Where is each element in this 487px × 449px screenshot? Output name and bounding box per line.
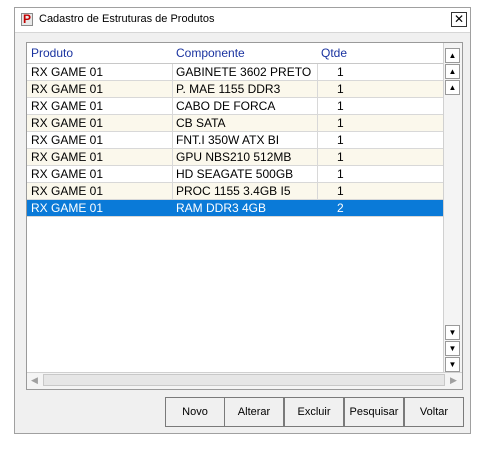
horizontal-scroll-thumb[interactable]	[43, 374, 445, 386]
cell-produto: RX GAME 01	[31, 133, 104, 147]
cell-produto: RX GAME 01	[31, 99, 104, 113]
app-icon: P	[21, 12, 33, 26]
column-header-produto[interactable]: Produto	[31, 46, 73, 60]
column-divider	[172, 115, 173, 131]
table-row[interactable]: RX GAME 01 P. MAE 1155 DDR3 1	[27, 81, 445, 98]
excluir-button[interactable]: Excluir	[284, 397, 344, 427]
cell-componente: CABO DE FORCA	[176, 99, 276, 113]
grid-header: Produto Componente Qtde	[27, 43, 445, 64]
table-row[interactable]: RX GAME 01 PROC 1155 3.4GB I5 1	[27, 183, 445, 200]
column-divider	[317, 183, 318, 199]
grid-rows: RX GAME 01 GABINETE 3602 PRETO 1 RX GAME 01…	[27, 64, 445, 217]
table-row[interactable]: RX GAME 01 CB SATA 1	[27, 115, 445, 132]
scroll-down-icon[interactable]: ▼	[445, 325, 460, 340]
cell-qtde: 1	[337, 82, 344, 96]
column-divider	[172, 149, 173, 165]
cell-produto: RX GAME 01	[31, 167, 104, 181]
cell-componente: RAM DDR3 4GB	[176, 201, 267, 215]
column-divider	[317, 166, 318, 182]
title-bar: P Cadastro de Estruturas de Produtos ✕	[15, 8, 470, 33]
table-row[interactable]: RX GAME 01 CABO DE FORCA 1	[27, 98, 445, 115]
cell-componente: CB SATA	[176, 116, 226, 130]
scroll-page-down-icon[interactable]: ▼	[445, 341, 460, 356]
cell-produto: RX GAME 01	[31, 116, 104, 130]
cell-componente: PROC 1155 3.4GB I5	[176, 184, 291, 198]
window-title: Cadastro de Estruturas de Produtos	[39, 13, 215, 25]
column-divider	[172, 81, 173, 97]
column-divider	[317, 132, 318, 148]
cell-produto: RX GAME 01	[31, 65, 104, 79]
cell-qtde: 1	[337, 133, 344, 147]
column-header-componente[interactable]: Componente	[176, 46, 245, 60]
scroll-top-icon[interactable]: ▲	[445, 48, 460, 63]
close-button[interactable]: ✕	[451, 12, 467, 27]
column-header-qtde[interactable]: Qtde	[321, 46, 347, 60]
cell-qtde: 1	[337, 167, 344, 181]
cell-produto: RX GAME 01	[31, 201, 104, 215]
cell-qtde: 2	[337, 201, 344, 215]
cell-qtde: 1	[337, 116, 344, 130]
vertical-scrollbar[interactable]: ▲ ▲ ▲ ▼ ▼ ▼	[443, 43, 462, 373]
table-row[interactable]: RX GAME 01 RAM DDR3 4GB 2	[27, 200, 445, 217]
column-divider	[172, 166, 173, 182]
column-divider	[317, 115, 318, 131]
cell-componente: HD SEAGATE 500GB	[176, 167, 294, 181]
scroll-page-up-icon[interactable]: ▲	[445, 64, 460, 79]
pesquisar-button[interactable]: Pesquisar	[344, 397, 404, 427]
dialog-window: P Cadastro de Estruturas de Produtos ✕ P…	[14, 7, 471, 434]
cell-componente: FNT.I 350W ATX BI	[176, 133, 280, 147]
cell-produto: RX GAME 01	[31, 184, 104, 198]
column-divider	[317, 81, 318, 97]
horizontal-scrollbar[interactable]: ◀ ▶	[27, 372, 462, 389]
scroll-bottom-icon[interactable]: ▼	[445, 357, 460, 372]
cell-qtde: 1	[337, 99, 344, 113]
cell-produto: RX GAME 01	[31, 82, 104, 96]
column-divider	[172, 183, 173, 199]
voltar-button[interactable]: Voltar	[404, 397, 464, 427]
cell-componente: GPU NBS210 512MB	[176, 150, 292, 164]
column-divider	[172, 98, 173, 114]
cell-qtde: 1	[337, 184, 344, 198]
alterar-button[interactable]: Alterar	[224, 397, 284, 427]
cell-qtde: 1	[337, 65, 344, 79]
cell-componente: P. MAE 1155 DDR3	[176, 82, 281, 96]
cell-componente: GABINETE 3602 PRETO	[176, 65, 312, 79]
scroll-left-icon[interactable]: ◀	[31, 375, 38, 386]
scroll-right-icon[interactable]: ▶	[450, 375, 457, 386]
table-row[interactable]: RX GAME 01 FNT.I 350W ATX BI 1	[27, 132, 445, 149]
table-row[interactable]: RX GAME 01 GPU NBS210 512MB 1	[27, 149, 445, 166]
scroll-up-icon[interactable]: ▲	[445, 80, 460, 95]
table-row[interactable]: RX GAME 01 GABINETE 3602 PRETO 1	[27, 64, 445, 81]
cell-produto: RX GAME 01	[31, 150, 104, 164]
cell-qtde: 1	[337, 150, 344, 164]
column-divider	[317, 64, 318, 80]
column-divider	[317, 149, 318, 165]
column-divider	[317, 98, 318, 114]
column-divider	[172, 132, 173, 148]
novo-button[interactable]: Novo	[165, 397, 225, 427]
table-row[interactable]: RX GAME 01 HD SEAGATE 500GB 1	[27, 166, 445, 183]
column-divider	[172, 64, 173, 80]
structures-grid[interactable]: Produto Componente Qtde RX GAME 01 GABINE…	[26, 42, 463, 390]
